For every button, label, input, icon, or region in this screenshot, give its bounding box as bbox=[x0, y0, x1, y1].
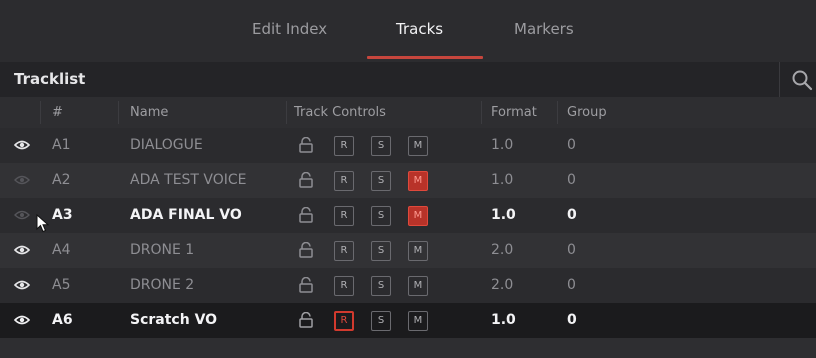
track-group: 0 bbox=[567, 312, 577, 328]
track-name[interactable]: Scratch VO bbox=[130, 312, 217, 328]
track-row-a1[interactable]: A1 DIALOGUE R S M 1.0 0 bbox=[0, 128, 816, 164]
eye-icon[interactable] bbox=[14, 173, 30, 187]
lock-icon[interactable] bbox=[299, 312, 313, 328]
solo-button[interactable]: S bbox=[371, 311, 391, 331]
mouse-pointer-icon bbox=[36, 214, 50, 233]
lock-icon[interactable] bbox=[299, 242, 313, 258]
eye-icon[interactable] bbox=[14, 243, 30, 257]
track-id: A2 bbox=[52, 172, 71, 188]
tab-edit-index[interactable]: Edit Index bbox=[252, 20, 327, 38]
track-name[interactable]: DRONE 2 bbox=[130, 277, 194, 293]
header-divider bbox=[779, 62, 780, 97]
lock-icon[interactable] bbox=[299, 137, 313, 153]
column-divider bbox=[481, 101, 482, 124]
track-id: A1 bbox=[52, 137, 71, 153]
column-header-number[interactable]: # bbox=[52, 105, 63, 120]
track-row-a2[interactable]: A2 ADA TEST VOICE R S M 1.0 0 bbox=[0, 163, 816, 199]
mute-button-active[interactable]: M bbox=[408, 206, 428, 226]
track-row-a3[interactable]: A3 ADA FINAL VO R S M 1.0 0 bbox=[0, 198, 816, 234]
track-row-a6[interactable]: A6 Scratch VO R S M 1.0 0 bbox=[0, 303, 816, 339]
lock-icon[interactable] bbox=[299, 277, 313, 293]
column-header-group[interactable]: Group bbox=[567, 105, 607, 120]
mute-button[interactable]: M bbox=[408, 276, 428, 296]
track-group: 0 bbox=[567, 207, 577, 223]
track-name[interactable]: DRONE 1 bbox=[130, 242, 194, 258]
track-id: A4 bbox=[52, 242, 71, 258]
column-divider bbox=[40, 101, 41, 124]
list-footer bbox=[0, 338, 816, 358]
track-id: A6 bbox=[52, 312, 73, 328]
track-id: A5 bbox=[52, 277, 71, 293]
solo-button[interactable]: S bbox=[371, 241, 391, 261]
eye-icon[interactable] bbox=[14, 313, 30, 327]
column-header-row: # Name Track Controls Format Group bbox=[0, 97, 816, 129]
track-format: 1.0 bbox=[491, 312, 516, 328]
tab-tracks[interactable]: Tracks bbox=[396, 20, 443, 38]
record-button[interactable]: R bbox=[334, 171, 354, 191]
track-row-a5[interactable]: A5 DRONE 2 R S M 2.0 0 bbox=[0, 268, 816, 304]
track-name[interactable]: DIALOGUE bbox=[130, 137, 203, 153]
track-format: 2.0 bbox=[491, 277, 514, 293]
solo-button[interactable]: S bbox=[371, 136, 391, 156]
track-format: 1.0 bbox=[491, 137, 514, 153]
record-button[interactable]: R bbox=[334, 136, 354, 156]
lock-icon[interactable] bbox=[299, 207, 313, 223]
solo-button[interactable]: S bbox=[371, 276, 391, 296]
track-id: A3 bbox=[52, 207, 73, 223]
search-icon[interactable] bbox=[791, 69, 813, 91]
record-button[interactable]: R bbox=[334, 206, 354, 226]
track-group: 0 bbox=[567, 242, 576, 258]
track-name[interactable]: ADA TEST VOICE bbox=[130, 172, 247, 188]
solo-button[interactable]: S bbox=[371, 171, 391, 191]
track-group: 0 bbox=[567, 172, 576, 188]
track-format: 1.0 bbox=[491, 172, 514, 188]
tracklist-header: Tracklist bbox=[0, 62, 816, 98]
column-header-format[interactable]: Format bbox=[491, 105, 537, 120]
eye-icon[interactable] bbox=[14, 138, 30, 152]
column-header-track-controls[interactable]: Track Controls bbox=[294, 105, 386, 120]
solo-button[interactable]: S bbox=[371, 206, 391, 226]
record-button[interactable]: R bbox=[334, 241, 354, 261]
track-row-a4[interactable]: A4 DRONE 1 R S M 2.0 0 bbox=[0, 233, 816, 269]
track-group: 0 bbox=[567, 277, 576, 293]
mute-button[interactable]: M bbox=[408, 241, 428, 261]
column-header-name[interactable]: Name bbox=[130, 105, 168, 120]
mute-button[interactable]: M bbox=[408, 136, 428, 156]
eye-icon[interactable] bbox=[14, 208, 30, 222]
lock-icon[interactable] bbox=[299, 172, 313, 188]
mute-button-active[interactable]: M bbox=[408, 171, 428, 191]
column-divider bbox=[286, 101, 287, 124]
column-divider bbox=[557, 101, 558, 124]
tab-bar: Edit Index Tracks Markers bbox=[0, 0, 816, 63]
column-divider bbox=[118, 101, 119, 124]
track-format: 1.0 bbox=[491, 207, 516, 223]
active-tab-indicator bbox=[367, 56, 483, 59]
tracklist-title: Tracklist bbox=[14, 70, 86, 88]
eye-icon[interactable] bbox=[14, 278, 30, 292]
record-button-armed[interactable]: R bbox=[334, 311, 354, 331]
track-group: 0 bbox=[567, 137, 576, 153]
record-button[interactable]: R bbox=[334, 276, 354, 296]
track-format: 2.0 bbox=[491, 242, 514, 258]
track-name[interactable]: ADA FINAL VO bbox=[130, 207, 242, 223]
tab-markers[interactable]: Markers bbox=[514, 20, 574, 38]
mute-button[interactable]: M bbox=[408, 311, 428, 331]
